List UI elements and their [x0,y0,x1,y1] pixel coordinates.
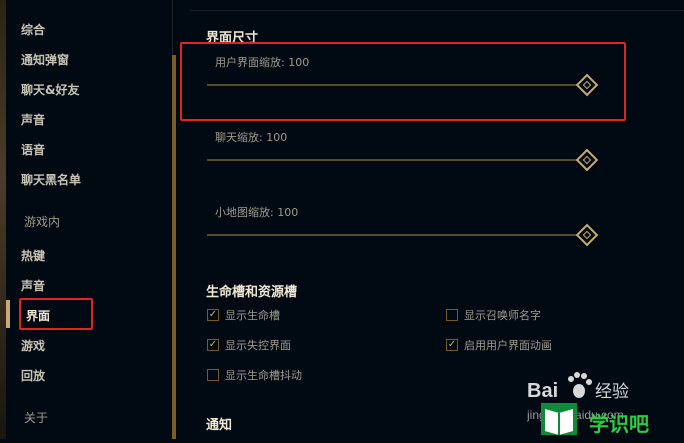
watermark-logo: Bai 经验 jingyan.baidu.com 学识吧 [526,372,649,436]
minimap-scale-slider-thumb[interactable] [575,223,599,247]
enable-ui-animations-label: 启用用户界面动画 [464,339,552,352]
sidebar-item-blocklist[interactable]: 聊天黑名单 [21,171,81,188]
chat-scale-slider[interactable] [207,159,577,161]
top-divider [190,10,684,11]
sidebar-item-replays[interactable]: 回放 [21,367,45,384]
sidebar-item-general[interactable]: 综合 [21,21,45,38]
show-cc-ui-checkbox[interactable]: ✓ [207,339,219,351]
show-summoner-names-checkbox[interactable] [446,309,458,321]
show-healthbar-shake-label: 显示生命槽抖动 [225,369,302,382]
active-item-indicator [6,300,10,328]
sidebar-section-ingame: 游戏内 [24,215,61,229]
book-icon [541,403,577,435]
highlight-box-interface [19,298,93,330]
watermark-brand: Bai [527,380,558,402]
sidebar-item-hotkeys[interactable]: 热键 [21,247,45,264]
show-healthbars-checkbox[interactable]: ✓ [207,309,219,321]
sidebar-item-game[interactable]: 游戏 [21,337,45,354]
sidebar-item-sound[interactable]: 声音 [21,111,45,128]
sidebar-item-chat-friends[interactable]: 聊天&好友 [21,81,79,98]
sidebar-item-voice[interactable]: 语音 [21,141,45,158]
watermark-brand2: 经验 [595,382,629,402]
chat-scale-label: 聊天缩放: 100 [215,131,288,144]
sidebar-item-notifications[interactable]: 通知弹窗 [21,51,69,68]
healthbars-title: 生命槽和资源槽 [206,285,298,300]
watermark: Bai 经验 jingyan.baidu.com 学识吧 [526,365,684,439]
chat-scale-slider-thumb[interactable] [575,148,599,172]
notifications-title: 通知 [206,418,233,433]
minimap-scale-slider[interactable] [207,234,577,236]
enable-ui-animations-checkbox[interactable]: ✓ [446,339,458,351]
settings-sidebar: 综合 通知弹窗 聊天&好友 声音 语音 聊天黑名单 游戏内 热键 声音 界面 游… [6,0,172,439]
show-summoner-names-label: 显示召唤师名字 [464,309,541,322]
scrollbar[interactable] [172,55,176,439]
watermark-site: 学识吧 [589,412,649,436]
highlight-box-ui-scale [180,42,626,121]
show-cc-ui-label: 显示失控界面 [225,339,291,352]
minimap-scale-label: 小地图缩放: 100 [215,206,299,219]
sidebar-item-ingame-sound[interactable]: 声音 [21,277,45,294]
show-healthbar-shake-checkbox[interactable] [207,369,219,381]
sidebar-item-about[interactable]: 关于 [24,409,48,426]
paw-icon [568,372,592,398]
show-healthbars-label: 显示生命槽 [225,309,280,322]
